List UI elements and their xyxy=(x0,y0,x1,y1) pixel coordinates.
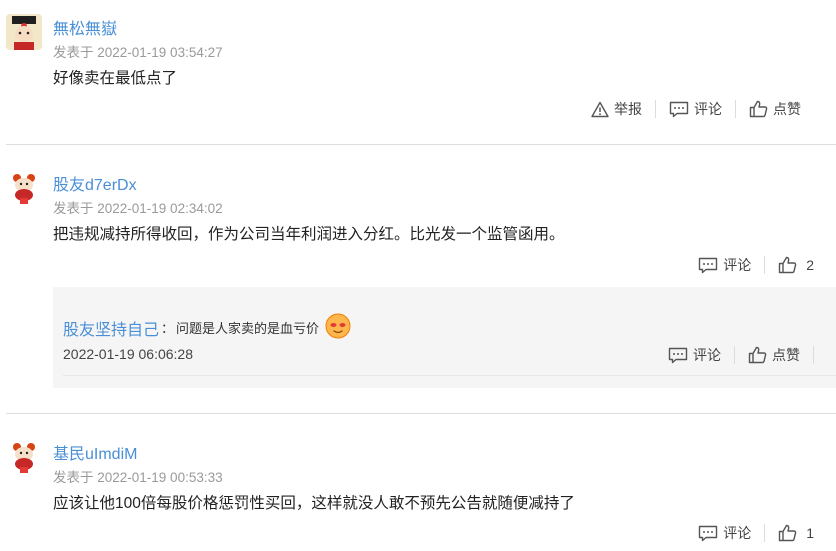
comment-label: 评论 xyxy=(723,525,752,541)
comment-button[interactable]: 评论 xyxy=(685,523,764,543)
reply-line: 股友坚持自己 ： 问题是人家卖的是血亏价 xyxy=(63,313,351,342)
post-time: 发表于 2022-01-19 02:34:02 xyxy=(53,201,223,216)
comment-text: 把违规减持所得收回，作为公司当年利润进入分红。比光发一个监管函用。 xyxy=(53,226,565,243)
report-label: 举报 xyxy=(614,101,642,117)
warning-icon xyxy=(591,101,609,118)
post-time: 发表于 2022-01-19 03:54:27 xyxy=(53,45,223,60)
comment-label: 评论 xyxy=(723,257,752,273)
username[interactable]: 基民uImdiM xyxy=(53,440,137,464)
reply-comment-button[interactable]: 评论 xyxy=(655,345,734,365)
avatar[interactable] xyxy=(6,14,42,50)
reply-actions: 评论 点赞 xyxy=(655,345,814,365)
report-button[interactable]: 举报 xyxy=(578,99,655,119)
comment-text: 好像卖在最低点了 xyxy=(53,70,178,87)
comment-text: 应该让他100倍每股价格惩罚性买回，这样就没人敢不预先公告就随便减持了 xyxy=(53,495,575,512)
comment-label: 评论 xyxy=(694,101,722,117)
like-button[interactable]: 点赞 xyxy=(736,99,814,119)
action-separator xyxy=(813,346,814,364)
emoji-icon xyxy=(325,313,351,342)
reply-box: 股友坚持自己 ： 问题是人家卖的是血亏价 2022-01-19 06:06:28… xyxy=(53,287,836,388)
post-time: 发表于 2022-01-19 00:53:33 xyxy=(53,470,223,485)
reply-text: 问题是人家卖的是血亏价 xyxy=(176,321,320,336)
reply-date: 2022-01-19 06:06:28 xyxy=(63,346,193,362)
comment-icon xyxy=(698,257,718,274)
thumbs-up-icon xyxy=(778,256,797,274)
divider xyxy=(63,375,836,376)
reply-separator: ： xyxy=(161,321,175,336)
comment-actions: 评论 2 xyxy=(685,255,814,275)
comment-icon xyxy=(668,347,688,364)
thumbs-up-icon xyxy=(749,100,768,118)
like-label: 点赞 xyxy=(772,347,800,363)
reply-like-button[interactable]: 点赞 xyxy=(735,345,813,365)
username[interactable]: 無松無嶽 xyxy=(53,15,117,39)
comment-button[interactable]: 评论 xyxy=(656,99,735,119)
like-count: 1 xyxy=(806,525,814,541)
thumbs-up-icon xyxy=(748,346,767,364)
like-button[interactable]: 1 xyxy=(765,524,814,542)
comment-icon xyxy=(698,525,718,542)
comment-actions: 举报 评论 点赞 xyxy=(578,99,814,119)
comment-icon xyxy=(669,101,689,118)
like-button[interactable]: 2 xyxy=(765,256,814,274)
comment-label: 评论 xyxy=(693,347,721,363)
avatar[interactable] xyxy=(6,439,42,475)
thumbs-up-icon xyxy=(778,524,797,542)
avatar[interactable] xyxy=(6,170,42,206)
divider xyxy=(6,144,836,145)
comment-button[interactable]: 评论 xyxy=(685,255,764,275)
like-count: 2 xyxy=(806,257,814,273)
like-label: 点赞 xyxy=(773,101,801,117)
comment-actions: 评论 1 xyxy=(685,523,814,543)
username[interactable]: 股友d7erDx xyxy=(53,171,137,195)
reply-username[interactable]: 股友坚持自己 xyxy=(63,316,159,340)
divider xyxy=(6,413,836,414)
